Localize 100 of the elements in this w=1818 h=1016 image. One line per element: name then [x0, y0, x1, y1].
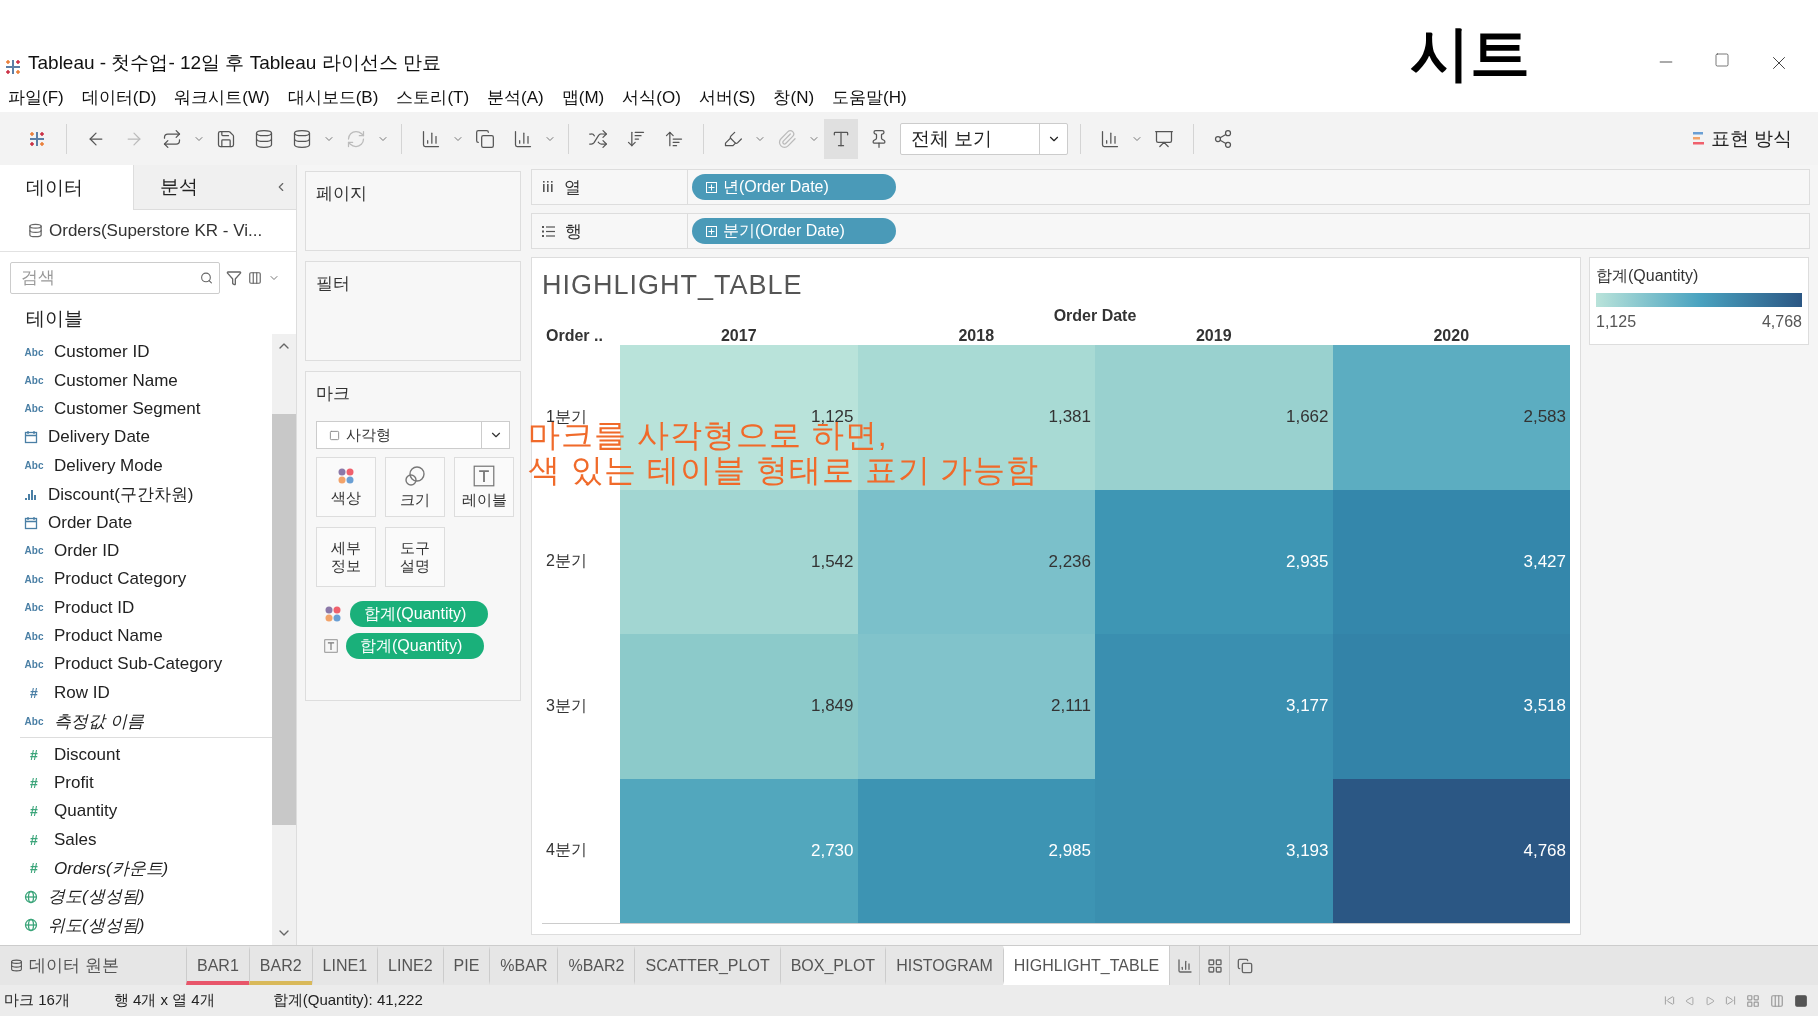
datasource-tab[interactable]: 데이터 원본	[0, 946, 186, 985]
year-header: 2020	[1432, 327, 1471, 345]
mark-property-button[interactable]: 세부 정보	[316, 527, 376, 587]
search-icon	[199, 271, 213, 285]
status-text: 행 4개 x 열 4개	[113, 991, 215, 1010]
field-item[interactable]: Order Date	[48, 512, 133, 533]
show-me-button[interactable]: 표현 방식	[1686, 124, 1798, 153]
search-field[interactable]: 검색	[10, 262, 220, 294]
menu-item[interactable]: 워크시트(W)	[174, 85, 270, 109]
table-cell: 2,935	[1095, 489, 1333, 634]
card-title: 필터	[316, 273, 351, 295]
field-item[interactable]: Product ID	[54, 597, 135, 618]
field-type-icon: Abc	[24, 375, 44, 387]
shelf-label: 열	[564, 176, 581, 199]
year-header: 2019	[1194, 327, 1233, 345]
field-type-icon: Abc	[24, 602, 44, 614]
field-type-icon: #	[24, 746, 44, 763]
expand-icon	[706, 225, 717, 237]
field-item[interactable]: 경도(생성됨)	[48, 885, 145, 909]
filmstrip-view-icon[interactable]	[1770, 993, 1784, 1008]
histogram-icon	[24, 487, 38, 502]
mark-property-button[interactable]: 도구 설명	[385, 527, 445, 587]
datasource-name[interactable]: Orders(Superstore KR - Vi...	[49, 220, 263, 241]
field-type-icon: Abc	[24, 573, 44, 585]
field-type-icon: Abc	[24, 715, 44, 727]
field-type-icon: Abc	[24, 460, 44, 472]
menu-item[interactable]: 데이터(D)	[81, 85, 157, 109]
refresh-icon	[346, 128, 366, 149]
field-item[interactable]: Customer Name	[54, 370, 178, 391]
tab-view-icon[interactable]	[1794, 993, 1808, 1008]
grid-icon	[1206, 957, 1223, 974]
view-options-icon[interactable]	[248, 271, 262, 285]
field-item[interactable]: Sales	[54, 829, 97, 850]
previous-page-icon[interactable]	[1685, 995, 1695, 1006]
text-button[interactable]	[824, 118, 858, 159]
grid-view-icon[interactable]	[1746, 993, 1760, 1008]
field-item[interactable]: Customer ID	[54, 342, 150, 363]
chart-icon	[1100, 128, 1120, 149]
legend-min: 1,125	[1596, 313, 1637, 331]
tableau-logo-icon	[4, 58, 22, 76]
window-title: Tableau - 첫수업- 12일 후 Tableau 라이선스 만료	[28, 51, 441, 75]
first-page-icon[interactable]	[1664, 995, 1675, 1006]
field-item[interactable]: Order ID	[54, 540, 120, 561]
bars-icon	[1692, 130, 1705, 147]
globe-icon	[24, 918, 38, 932]
field-item[interactable]: Product Category	[54, 569, 187, 590]
next-page-icon[interactable]	[1705, 995, 1715, 1006]
menu-item[interactable]: 도움말(H)	[832, 85, 907, 109]
field-item[interactable]: Profit	[54, 773, 94, 794]
menu-item[interactable]: 대시보드(B)	[287, 85, 379, 109]
field-item[interactable]: Customer Segment	[54, 398, 201, 419]
field-item[interactable]: Delivery Mode	[54, 455, 163, 476]
search-input[interactable]: 검색	[19, 267, 200, 289]
sheet-tab[interactable]: HIGHLIGHT_TABLE	[1002, 946, 1170, 985]
menu-item[interactable]: 맵(M)	[561, 85, 605, 109]
duplicate-icon	[475, 128, 495, 149]
restore-icon[interactable]	[1714, 52, 1730, 68]
table-cell: 3,518	[1332, 634, 1570, 779]
mark-type-select[interactable]: 사각형	[316, 421, 510, 449]
field-item[interactable]: Discount	[54, 744, 121, 765]
field-type-icon: Abc	[24, 403, 44, 415]
legend-max: 4,768	[1761, 313, 1802, 331]
field-item[interactable]: 위도(생성됨)	[48, 913, 145, 937]
filter-icon[interactable]	[226, 270, 242, 286]
calendar-icon	[24, 430, 38, 445]
field-item[interactable]: Delivery Date	[48, 427, 151, 448]
field-item[interactable]: Quantity	[54, 801, 118, 822]
field-item[interactable]: Product Name	[54, 626, 163, 647]
circles-icon	[404, 465, 426, 487]
field-item[interactable]: Product Sub-Category	[54, 654, 223, 675]
shelf-label: 행	[565, 220, 582, 243]
menu-item[interactable]: 창(N)	[773, 85, 815, 109]
legend-title: 합계(Quantity)	[1596, 266, 1700, 286]
table-cell: 1,849	[620, 634, 858, 779]
table-cell: 3,427	[1332, 489, 1570, 634]
field-item[interactable]: Orders(카운트)	[54, 856, 169, 880]
table-cell: 2,730	[620, 778, 858, 923]
swap-icon	[588, 128, 608, 149]
pane-tab[interactable]: 분석	[132, 165, 266, 210]
scrollbar[interactable]	[272, 334, 296, 945]
view-size-select[interactable]: 전체 보기	[900, 122, 1068, 155]
menu-item[interactable]: 스토리(T)	[396, 85, 470, 109]
expand-icon	[706, 181, 717, 193]
column-header: Order Date	[1052, 307, 1138, 325]
field-item[interactable]: Discount(구간차원)	[48, 482, 194, 506]
rows-icon	[542, 225, 555, 237]
mark-property-button[interactable]: 레이블	[454, 457, 514, 517]
field-item[interactable]: Row ID	[54, 682, 110, 703]
row-header: Order ..	[545, 327, 604, 345]
new-sheet-icon	[421, 128, 441, 149]
mark-property-button[interactable]: 크기	[385, 457, 445, 517]
menu-item[interactable]: 분석(A)	[487, 85, 544, 109]
menu-item[interactable]: 파일(F)	[8, 85, 64, 109]
field-item[interactable]: 측정값 이름	[54, 709, 144, 733]
mark-property-button[interactable]: 색상	[316, 457, 376, 517]
menu-item[interactable]: 서식(O)	[622, 85, 681, 109]
menu-item[interactable]: 서버(S)	[698, 85, 756, 109]
database-icon	[254, 128, 274, 149]
table-cell: 4,768	[1332, 778, 1570, 923]
last-page-icon[interactable]	[1725, 995, 1736, 1006]
